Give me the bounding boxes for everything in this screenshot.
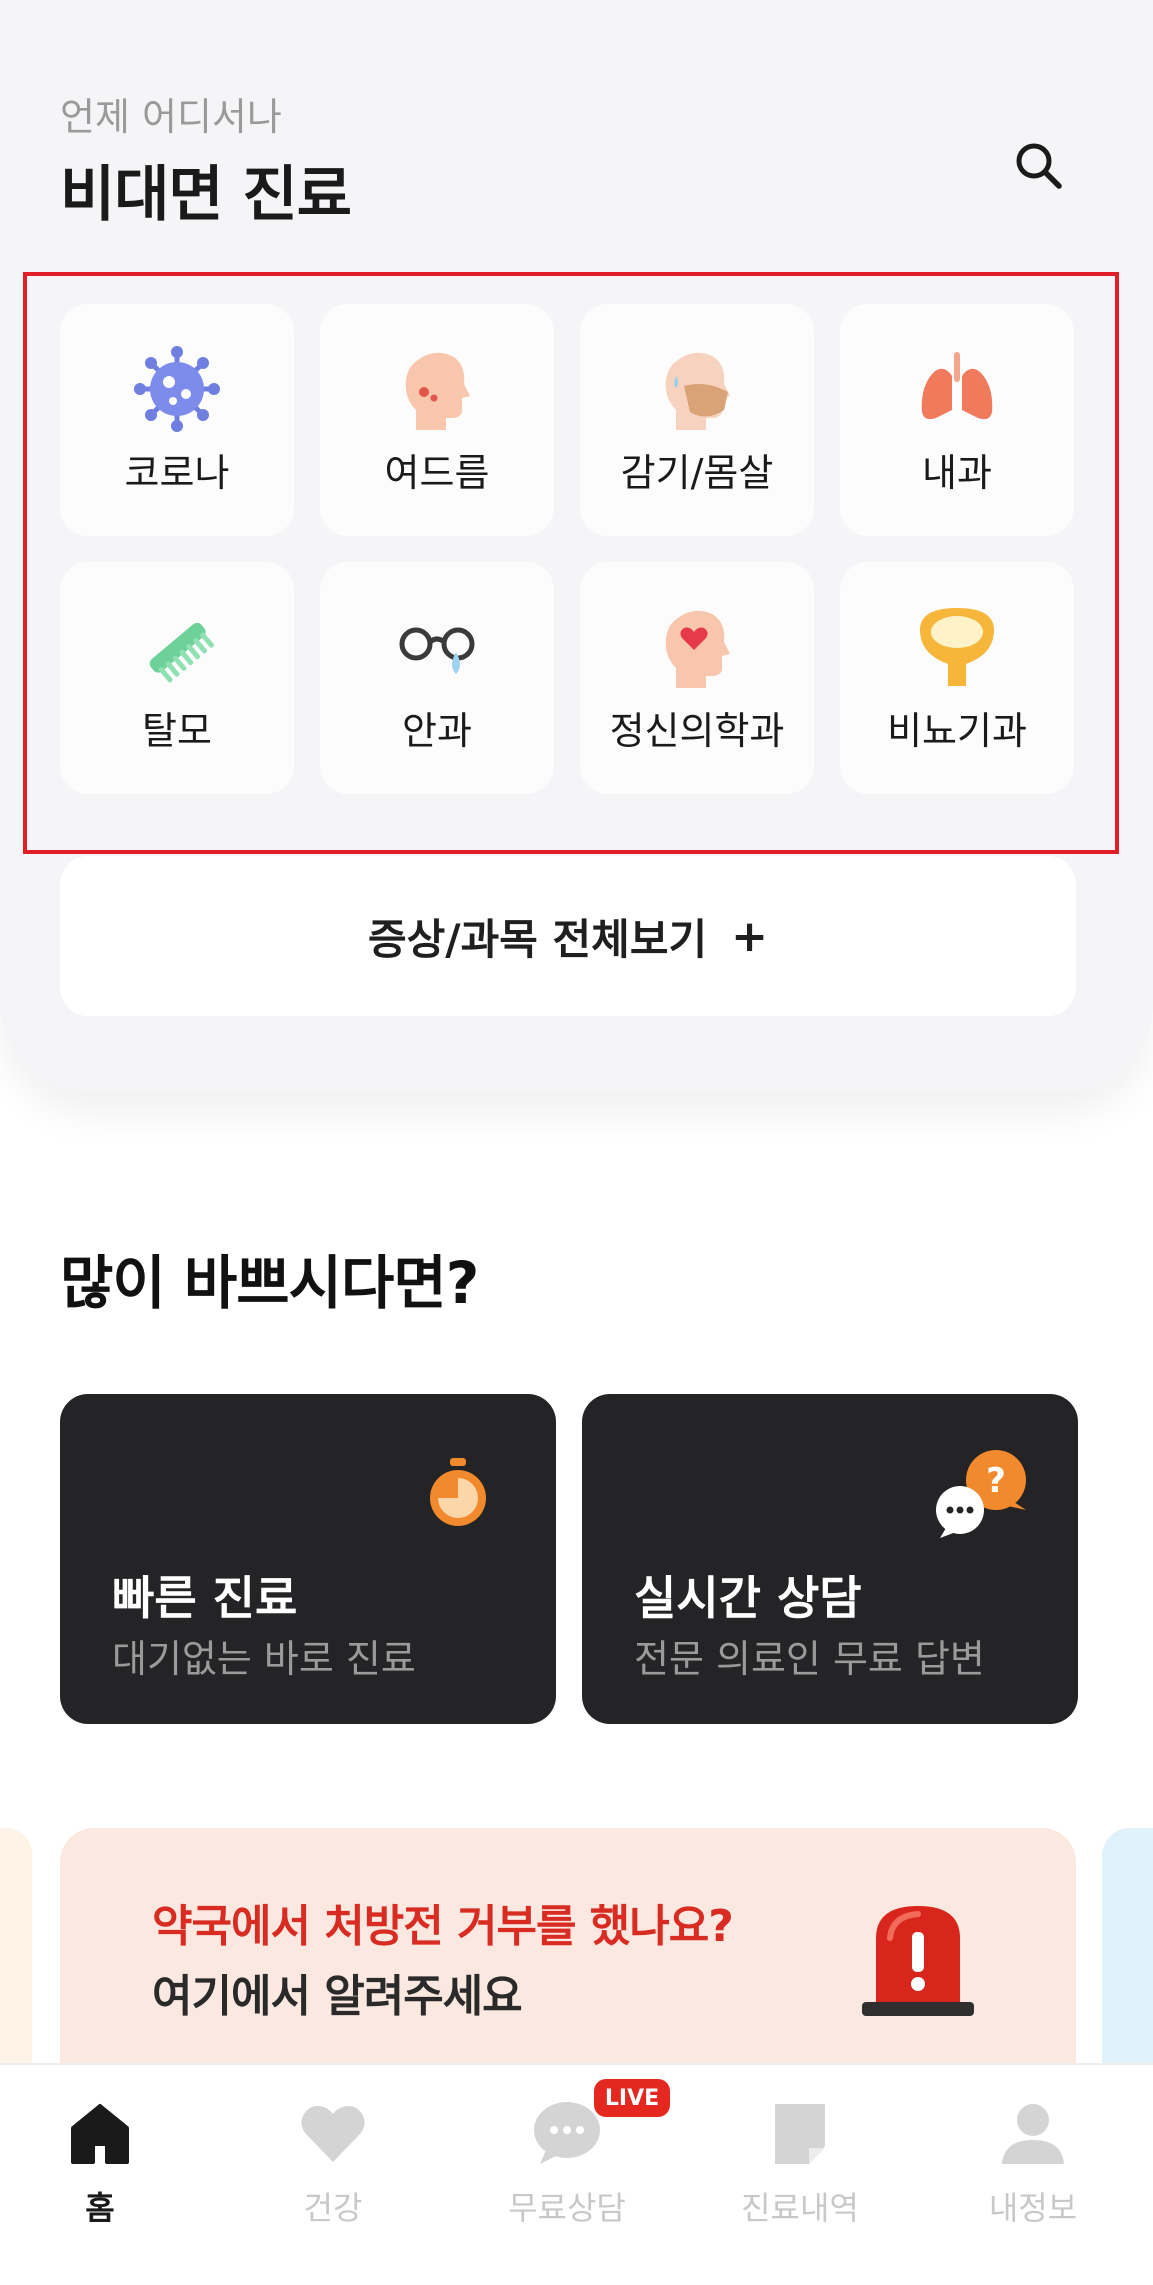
category-grid: 코로나 여드름 감기/몸살 내과 탈모 안과 정신의학과 비뇨기과 bbox=[60, 304, 1076, 794]
banner-subline: 여기에서 알려주세요 bbox=[152, 1971, 523, 2022]
live-consult-card[interactable]: ? 실시간 상담 전문 의료인 무료 답변 bbox=[582, 1394, 1078, 1724]
category-label: 코로나 bbox=[124, 451, 230, 495]
category-label: 안과 bbox=[402, 709, 472, 753]
tab-label: 건강 bbox=[303, 2189, 363, 2227]
tab-history[interactable]: 진료내역 bbox=[685, 2065, 915, 2285]
category-psychiatry[interactable]: 정신의학과 bbox=[580, 562, 814, 794]
tab-label: 내정보 bbox=[988, 2189, 1078, 2227]
category-covid[interactable]: 코로나 bbox=[60, 304, 294, 536]
virus-icon bbox=[134, 346, 220, 432]
category-label: 정신의학과 bbox=[609, 709, 785, 753]
tab-my-info[interactable]: 내정보 bbox=[918, 2065, 1148, 2285]
card-subtitle: 전문 의료인 무료 답변 bbox=[634, 1637, 985, 1681]
glasses-icon bbox=[394, 604, 480, 690]
category-label: 여드름 bbox=[384, 451, 490, 495]
quick-care-card[interactable]: 빠른 진료 대기없는 바로 진료 bbox=[60, 1394, 556, 1724]
category-internal[interactable]: 내과 bbox=[840, 304, 1074, 536]
bottom-tab-bar: 홈 건강 무료상담 진료내역 내정보 bbox=[0, 2063, 1153, 2285]
svg-text:?: ? bbox=[986, 1461, 1006, 1501]
card-title: 실시간 상담 bbox=[634, 1571, 862, 1625]
card-subtitle: 대기없는 바로 진료 bbox=[112, 1637, 416, 1681]
category-label: 비뇨기과 bbox=[887, 709, 1027, 753]
plus-icon: + bbox=[731, 910, 768, 962]
heart-icon bbox=[295, 2095, 371, 2171]
category-ophthalmology[interactable]: 안과 bbox=[320, 562, 554, 794]
tab-label: 무료상담 bbox=[508, 2189, 626, 2227]
home-icon bbox=[62, 2095, 138, 2171]
view-all-label: 증상/과목 전체보기 bbox=[368, 914, 708, 964]
tab-label: 홈 bbox=[85, 2189, 115, 2227]
page-title: 비대면 진료 bbox=[60, 160, 352, 230]
chat-question-icon: ? bbox=[934, 1448, 1030, 1542]
lungs-icon bbox=[914, 346, 1000, 432]
view-all-button[interactable]: 증상/과목 전체보기 + bbox=[60, 856, 1076, 1016]
page-subtitle: 언제 어디서나 bbox=[60, 95, 282, 139]
search-button[interactable] bbox=[1005, 132, 1071, 198]
category-urology[interactable]: 비뇨기과 bbox=[840, 562, 1074, 794]
acne-face-icon bbox=[394, 346, 480, 432]
bladder-icon bbox=[914, 604, 1000, 690]
banner-headline: 약국에서 처방전 거부를 했나요? bbox=[152, 1901, 734, 1952]
search-icon bbox=[1016, 143, 1062, 189]
siren-icon bbox=[860, 1898, 976, 2022]
heart-head-icon bbox=[654, 604, 740, 690]
live-badge: LIVE bbox=[594, 2079, 670, 2117]
card-title: 빠른 진료 bbox=[112, 1571, 298, 1625]
category-acne[interactable]: 여드름 bbox=[320, 304, 554, 536]
category-label: 내과 bbox=[922, 451, 992, 495]
tab-home[interactable]: 홈 bbox=[0, 2065, 215, 2285]
tab-label: 진료내역 bbox=[741, 2189, 859, 2227]
tab-health[interactable]: 건강 bbox=[218, 2065, 448, 2285]
mask-face-icon bbox=[654, 346, 740, 432]
category-cold[interactable]: 감기/몸살 bbox=[580, 304, 814, 536]
person-icon bbox=[995, 2095, 1071, 2171]
stopwatch-icon bbox=[426, 1456, 490, 1532]
document-icon bbox=[762, 2095, 838, 2171]
category-label: 탈모 bbox=[142, 709, 212, 753]
section-title: 많이 바쁘시다면? bbox=[60, 1249, 479, 1317]
category-label: 감기/몸살 bbox=[620, 451, 774, 495]
comb-icon bbox=[134, 604, 220, 690]
category-hairloss[interactable]: 탈모 bbox=[60, 562, 294, 794]
